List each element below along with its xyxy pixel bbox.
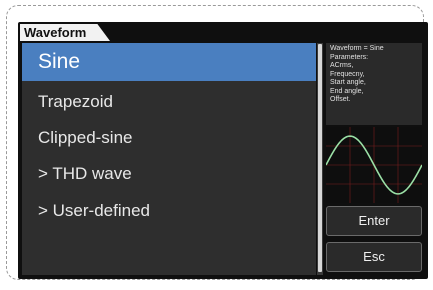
waveform-menu: Sine Trapezoid Clipped-sine > THD wave >… — [22, 43, 316, 275]
info-line: Waveform = Sine — [330, 45, 384, 52]
menu-item-trapezoid[interactable]: Trapezoid — [22, 83, 316, 121]
waveform-preview — [326, 127, 422, 203]
menu-item-sine[interactable]: Sine — [22, 43, 316, 81]
info-line: ACrms, — [330, 62, 354, 69]
waveform-info-box: Waveform = Sine Parameters: ACrms, Frequ… — [326, 43, 422, 125]
tab-waveform: Waveform — [20, 24, 110, 41]
enter-button[interactable]: Enter — [326, 206, 422, 236]
info-line: Offset. — [330, 96, 351, 103]
menu-item-clipped-sine[interactable]: Clipped-sine — [22, 119, 316, 157]
info-line: End angle, — [330, 87, 364, 95]
menu-item-user-defined[interactable]: > User-defined — [22, 192, 316, 230]
info-line: Parameters: — [330, 53, 369, 61]
menu-scrollbar-thumb[interactable] — [318, 44, 322, 272]
esc-button[interactable]: Esc — [326, 242, 422, 272]
menu-item-thd-wave[interactable]: > THD wave — [22, 155, 316, 193]
info-line: Start angle, — [330, 79, 366, 86]
sine-wave-preview-icon — [326, 127, 422, 203]
info-line: Frequecny, — [330, 70, 365, 78]
